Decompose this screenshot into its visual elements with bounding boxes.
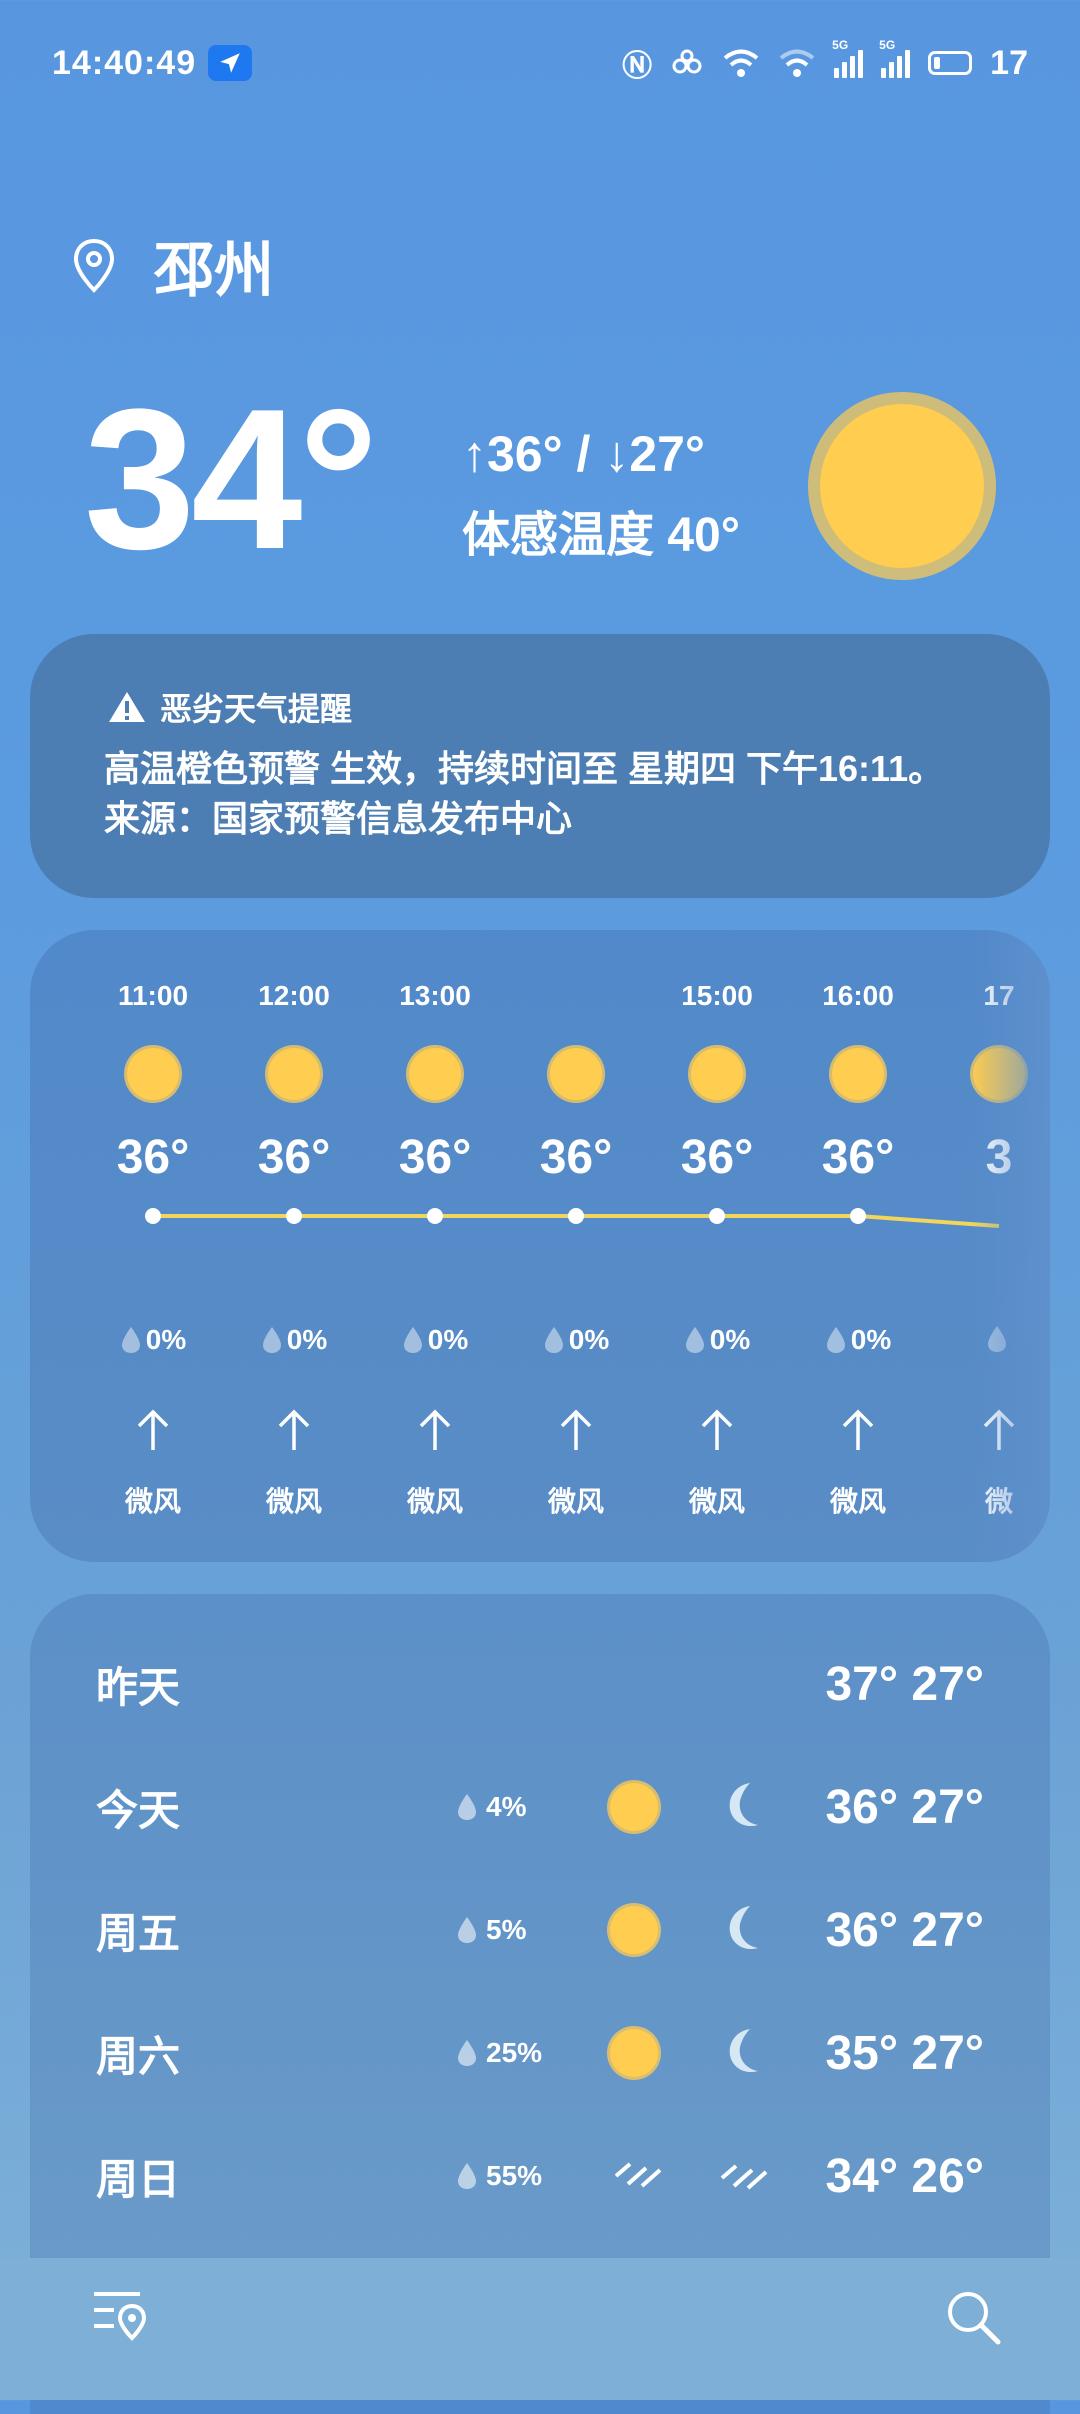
sun-icon bbox=[610, 1906, 658, 1954]
day-name: 周六 bbox=[96, 2032, 181, 2080]
temperature-point bbox=[850, 1208, 866, 1224]
location-active-icon bbox=[208, 45, 253, 81]
wifi-weak-icon bbox=[779, 49, 815, 77]
alert-header: 恶劣天气提醒 bbox=[108, 684, 352, 730]
status-bar: 14:40:49 Ⓝ 5G 5G 17 bbox=[52, 38, 1028, 88]
hourly-forecast-card[interactable]: 11:00 36° 0% 微风 12:00 36° 0% 微风 13:00 36° 0% 微风 36° 0… bbox=[30, 930, 1050, 1562]
temperature-trend-line bbox=[145, 1208, 1000, 1228]
alert-source: 来源：国家预警信息发布中心 bbox=[104, 798, 573, 839]
temperature-point bbox=[286, 1208, 302, 1224]
precipitation-value: 4% bbox=[486, 1791, 527, 1822]
moon-icon bbox=[716, 2025, 768, 2082]
rain-icon bbox=[610, 2152, 662, 2200]
weather-alert-card[interactable]: 恶劣天气提醒 高温橙色预警 生效，持续时间至 星期四 下午16:11。 来源：国… bbox=[30, 634, 1050, 898]
rain-icon bbox=[716, 2154, 772, 2199]
temperature-point bbox=[427, 1208, 443, 1224]
link-icon bbox=[672, 49, 702, 74]
temperature-point bbox=[145, 1208, 161, 1224]
nfc-icon: Ⓝ bbox=[622, 50, 653, 83]
battery-level: 17 bbox=[990, 43, 1028, 82]
search-icon[interactable] bbox=[944, 2288, 1002, 2346]
alert-body: 高温橙色预警 生效，持续时间至 星期四 下午16:11。 来源：国家预警信息发布… bbox=[104, 744, 1000, 844]
sun-icon bbox=[820, 404, 984, 568]
signal-5g-icon: 5G bbox=[879, 38, 911, 78]
daily-row[interactable]: 昨天 37° 27° bbox=[96, 1644, 984, 1724]
city-list-icon[interactable] bbox=[90, 2286, 150, 2346]
raindrop-icon bbox=[458, 2040, 476, 2066]
daily-precipitation: 25% bbox=[456, 2037, 542, 2069]
daily-temperature-range: 36° 27° bbox=[825, 1780, 984, 1834]
daily-precipitation: 5% bbox=[456, 1914, 526, 1946]
precipitation-value: 55% bbox=[486, 2160, 543, 2191]
temperature-point bbox=[568, 1208, 584, 1224]
raindrop-icon bbox=[458, 2163, 476, 2189]
city-name: 邳州 bbox=[154, 237, 274, 304]
moon-icon bbox=[716, 1902, 768, 1959]
status-time: 14:40:49 bbox=[52, 43, 197, 82]
high-low-temperature: ↑36° / ↓27° bbox=[462, 426, 705, 482]
location-row[interactable]: 邳州 bbox=[72, 222, 274, 309]
alert-title: 恶劣天气提醒 bbox=[160, 691, 353, 727]
precipitation-value: 25% bbox=[486, 2037, 543, 2068]
day-name: 今天 bbox=[96, 1786, 181, 1834]
daily-row[interactable]: 周日 55% 34° 26° bbox=[96, 2136, 984, 2216]
scroll-fade bbox=[970, 930, 1050, 1562]
raindrop-icon bbox=[458, 1794, 476, 1820]
wifi-icon bbox=[723, 49, 759, 77]
bottom-bar bbox=[0, 2258, 1080, 2400]
daily-temperature-range: 34° 26° bbox=[825, 2149, 984, 2203]
current-temperature: 34° bbox=[84, 368, 378, 591]
daily-row[interactable]: 周六 25% 35° 27° bbox=[96, 2013, 984, 2093]
raindrop-icon bbox=[458, 1917, 476, 1943]
daily-row[interactable]: 周五 5% 36° 27° bbox=[96, 1890, 984, 1970]
warning-icon bbox=[109, 692, 145, 722]
day-name: 周日 bbox=[96, 2155, 181, 2203]
daily-temperature-range: 35° 27° bbox=[825, 2026, 984, 2080]
daily-precipitation: 4% bbox=[456, 1791, 526, 1823]
daily-row[interactable]: 今天 4% 36° 27° bbox=[96, 1767, 984, 1847]
day-name: 昨天 bbox=[96, 1663, 181, 1711]
signal-5g-icon: 5G bbox=[832, 38, 864, 78]
daily-temperature-range: 36° 27° bbox=[825, 1903, 984, 1957]
location-pin-icon bbox=[73, 238, 115, 293]
daily-temperature-range: 37° 27° bbox=[825, 1657, 984, 1711]
precipitation-value: 5% bbox=[486, 1914, 527, 1945]
moon-icon bbox=[716, 1779, 768, 1836]
daily-precipitation: 55% bbox=[456, 2160, 542, 2192]
feels-like-temperature: 体感温度 40° bbox=[462, 509, 740, 562]
sun-icon bbox=[610, 1783, 658, 1831]
temperature-point bbox=[709, 1208, 725, 1224]
battery-icon bbox=[928, 51, 973, 75]
day-name: 周五 bbox=[96, 1909, 181, 1957]
alert-text: 高温橙色预警 生效，持续时间至 星期四 下午16:11。 bbox=[104, 748, 945, 789]
sun-icon bbox=[610, 2029, 658, 2077]
